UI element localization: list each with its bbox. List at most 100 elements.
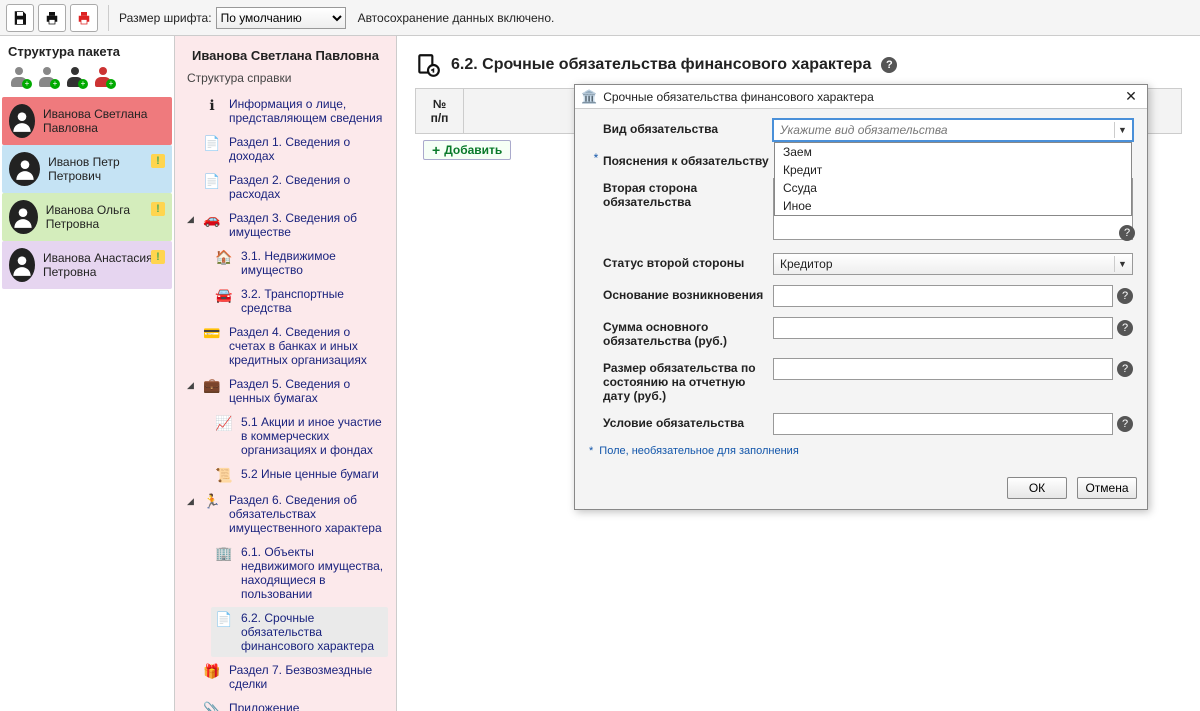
tree-child[interactable]: 📄6.2. Срочные обязательства финансового … — [211, 607, 388, 657]
tree-item-icon: 📄 — [203, 173, 221, 189]
tree-item[interactable]: ◢💼Раздел 5. Сведения о ценных бумагах — [183, 373, 388, 409]
help-icon[interactable]: ? — [1117, 288, 1133, 304]
warning-badge-icon — [151, 250, 165, 264]
add-person-dark-icon[interactable]: + — [64, 67, 86, 87]
chevron-down-icon: ▼ — [1114, 122, 1130, 138]
help-icon[interactable]: ? — [881, 57, 897, 73]
tree-item-icon: 📎 — [203, 701, 221, 711]
chevron-down-icon: ▼ — [1114, 256, 1130, 272]
combobox-placeholder: Укажите вид обязательства — [780, 123, 948, 137]
tree-child[interactable]: 📜5.2 Иные ценные бумаги — [211, 463, 388, 487]
person-name: Иванова Светлана Павловна — [43, 107, 165, 135]
warning-badge-icon — [151, 154, 165, 168]
help-icon[interactable]: ? — [1119, 225, 1135, 241]
cond-input[interactable] — [773, 413, 1113, 435]
footnote: *Поле, необязательное для заполнения — [589, 445, 1133, 457]
add-button[interactable]: + Добавить — [423, 140, 511, 160]
reference-structure-panel: Иванова Светлана Павловна Структура спра… — [175, 36, 397, 711]
tree-item[interactable]: 📎 Приложение — [183, 697, 388, 711]
tree-item-label: Раздел 2. Сведения о расходах — [229, 173, 384, 201]
dropdown-option[interactable]: Иное — [775, 197, 1131, 215]
tree-item-icon: 📄 — [215, 611, 233, 627]
tree-item[interactable]: ◢🚗Раздел 3. Сведения об имуществе — [183, 207, 388, 243]
tree-item-label: 3.2. Транспортные средства — [241, 287, 384, 315]
tree-item-icon: 🏢 — [215, 545, 233, 561]
toolbar: Размер шрифта: По умолчанию Автосохранен… — [0, 0, 1200, 36]
label-kind: Вид обязательства — [603, 119, 773, 136]
tree-item-label: 6.1. Объекты недвижимого имущества, нахо… — [241, 545, 384, 601]
dropdown-option[interactable]: Кредит — [775, 161, 1131, 179]
tree-item-label: Информация о лице, представляющем сведен… — [229, 97, 384, 125]
label-basis: Основание возникновения — [603, 285, 773, 302]
help-icon[interactable]: ? — [1117, 416, 1133, 432]
avatar-icon — [9, 152, 40, 186]
person-row[interactable]: Иванова Светлана Павловна — [2, 97, 172, 145]
dialog-titlebar[interactable]: 🏛️ Срочные обязательства финансового хар… — [575, 85, 1147, 109]
add-person-gray2-icon[interactable]: + — [36, 67, 58, 87]
package-structure-panel: Структура пакета + + + + Иванова Светлан… — [0, 36, 175, 711]
tree-item[interactable]: 💳Раздел 4. Сведения о счетах в банках и … — [183, 321, 388, 371]
size-input[interactable] — [773, 358, 1113, 380]
print-red-button[interactable] — [70, 4, 98, 32]
font-size-label: Размер шрифта: — [119, 11, 212, 25]
content-title: 6.2. Срочные обязательства финансового х… — [451, 56, 871, 74]
tree-item[interactable]: 📄Раздел 1. Сведения о доходах — [183, 131, 388, 167]
font-size-select[interactable]: По умолчанию — [216, 7, 346, 29]
tree-child[interactable]: 🏢 6.1. Объекты недвижимого имущества, нах… — [211, 541, 388, 605]
tree-item-icon: 📄 — [203, 135, 221, 151]
person-name: Иванов Петр Петрович — [48, 155, 165, 183]
dialog-title: Срочные обязательства финансового характ… — [603, 90, 1121, 104]
tree-item[interactable]: 📄 Раздел 2. Сведения о расходах — [183, 169, 388, 205]
obligation-kind-dropdown: Заем Кредит Ссуда Иное — [774, 142, 1132, 216]
save-button[interactable] — [6, 4, 34, 32]
app-icon: 🏛️ — [581, 89, 597, 105]
cancel-button[interactable]: Отмена — [1077, 477, 1137, 499]
tree-item-icon: 🏃 — [203, 493, 221, 509]
tree-child[interactable]: 📈5.1 Акции и иное участие в коммерческих… — [211, 411, 388, 461]
section-icon — [415, 52, 441, 78]
person-row[interactable]: Иванова Анастасия Петровна — [2, 241, 172, 289]
dropdown-option[interactable]: Заем — [775, 143, 1131, 161]
tree-item[interactable]: 🎁Раздел 7. Безвозмездные сделки — [183, 659, 388, 695]
close-icon[interactable]: ✕ — [1121, 88, 1141, 106]
tree-child[interactable]: 🏠3.1. Недвижимое имущество — [211, 245, 388, 281]
print-button[interactable] — [38, 4, 66, 32]
tree-item-icon: 💼 — [203, 377, 221, 393]
tree-item[interactable]: ◢ 🏃 Раздел 6. Сведения об обязательствах и… — [183, 489, 388, 539]
sum-input[interactable] — [773, 317, 1113, 339]
package-structure-title: Структура пакета — [2, 40, 172, 63]
expand-icon: ◢ — [187, 211, 195, 227]
tree-item-label: 3.1. Недвижимое имущество — [241, 249, 384, 277]
add-person-red-icon[interactable]: + — [92, 67, 114, 87]
tree-item-icon: 🚗 — [203, 211, 221, 227]
plus-icon: + — [432, 144, 440, 156]
obligation-kind-combobox[interactable]: Укажите вид обязательства ▼ Заем Кредит … — [773, 119, 1133, 141]
expand-icon: ◢ — [187, 493, 195, 509]
tree-subtitle: Структура справки — [179, 69, 392, 93]
dropdown-option[interactable]: Ссуда — [775, 179, 1131, 197]
ok-button[interactable]: ОК — [1007, 477, 1067, 499]
expand-icon: ◢ — [187, 377, 195, 393]
add-label: Добавить — [444, 143, 502, 157]
label-status: Статус второй стороны — [603, 253, 773, 270]
tree-item-label: Раздел 6. Сведения об обязательствах иму… — [229, 493, 384, 535]
tree-item-icon: 📜 — [215, 467, 233, 483]
status-combobox[interactable]: Кредитор ▼ — [773, 253, 1133, 275]
add-person-gray-icon[interactable]: + — [8, 67, 30, 87]
tree: ℹИнформация о лице, представляющем сведе… — [179, 93, 392, 711]
person-name: Иванова Ольга Петровна — [46, 203, 165, 231]
basis-input[interactable] — [773, 285, 1113, 307]
person-row[interactable]: Иванова Ольга Петровна — [2, 193, 172, 241]
help-icon[interactable]: ? — [1117, 361, 1133, 377]
tree-item[interactable]: ℹИнформация о лице, представляющем сведе… — [183, 93, 388, 129]
tree-item-icon: 📈 — [215, 415, 233, 431]
tree-item-label: Приложение — [229, 701, 384, 711]
label-notes: Пояснения к обязательству — [603, 151, 773, 168]
help-icon[interactable]: ? — [1117, 320, 1133, 336]
label-sum: Сумма основного обязательства (руб.) — [603, 317, 773, 348]
person-row[interactable]: Иванов Петр Петрович — [2, 145, 172, 193]
tree-child[interactable]: 🚘3.2. Транспортные средства — [211, 283, 388, 319]
tree-item-label: Раздел 7. Безвозмездные сделки — [229, 663, 384, 691]
person-type-icons: + + + + — [2, 63, 172, 91]
avatar-icon — [9, 104, 35, 138]
